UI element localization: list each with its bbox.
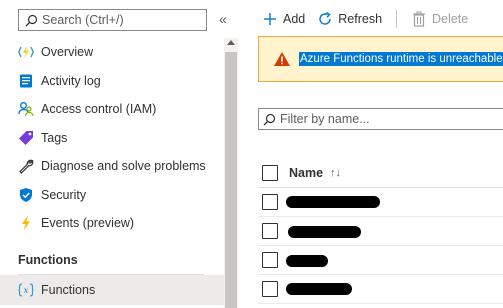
menu-item-label: Diagnose and solve problems [41, 159, 206, 174]
sort-icon[interactable]: ↑↓ [330, 167, 341, 179]
scrollbar-thumb[interactable] [225, 52, 237, 308]
command-bar: Add Refresh Delete [258, 8, 468, 30]
menu-item-diagnose[interactable]: Diagnose and solve problems [0, 152, 224, 181]
delete-button[interactable]: Delete [411, 11, 468, 27]
toolbar-divider [396, 10, 398, 28]
menu-list: Overview Activity log Access control (IA… [0, 38, 224, 238]
function-icon: x [18, 282, 34, 298]
collapse-menu-button[interactable]: « [219, 12, 231, 26]
warning-message: Azure Functions runtime is unreachable [299, 52, 503, 66]
table-row[interactable] [258, 188, 503, 217]
refresh-icon [317, 11, 333, 27]
menu-item-tags[interactable]: Tags [0, 124, 224, 153]
shield-icon [18, 187, 34, 203]
lightning-icon [18, 215, 34, 231]
people-icon [18, 101, 34, 117]
scroll-up-arrow-icon[interactable] [227, 40, 235, 45]
search-icon [23, 12, 39, 28]
trash-icon [411, 11, 427, 27]
menu-search-placeholder: Search (Ctrl+/) [42, 13, 124, 27]
menu-item-access-control[interactable]: Access control (IAM) [0, 95, 224, 124]
select-all-checkbox[interactable] [262, 164, 278, 181]
menu-item-functions[interactable]: x Functions [0, 275, 224, 305]
warning-icon [273, 50, 291, 68]
redacted-function-name [286, 283, 352, 295]
table-header-row: Name ↑↓ [258, 158, 503, 188]
row-checkbox[interactable] [262, 252, 278, 268]
search-icon [261, 111, 277, 127]
table-row[interactable] [258, 275, 503, 304]
activity-log-icon [18, 73, 34, 89]
plus-icon [262, 11, 278, 27]
refresh-label: Refresh [338, 12, 383, 26]
row-checkbox[interactable] [262, 281, 278, 297]
filter-placeholder: Filter by name... [280, 112, 370, 126]
resource-menu: Search (Ctrl+/) « Overview Activity log … [0, 0, 240, 308]
menu-item-label: Activity log [41, 73, 101, 88]
menu-item-overview[interactable]: Overview [0, 38, 224, 67]
row-checkbox[interactable] [262, 223, 278, 239]
menu-search-box[interactable]: Search (Ctrl+/) [18, 9, 207, 31]
menu-item-label: Security [41, 187, 87, 202]
svg-text:x: x [24, 286, 29, 295]
menu-scrollbar[interactable] [224, 38, 238, 308]
menu-item-label: Functions [41, 283, 96, 297]
section-heading-functions: Functions [18, 253, 78, 267]
menu-item-events[interactable]: Events (preview) [0, 209, 224, 238]
add-label: Add [283, 12, 306, 26]
warning-banner: Azure Functions runtime is unreachable [258, 36, 503, 82]
tag-icon [18, 130, 34, 146]
wrench-icon [18, 158, 34, 175]
column-header-name[interactable]: Name [289, 166, 323, 180]
menu-item-activity-log[interactable]: Activity log [0, 67, 224, 96]
menu-item-security[interactable]: Security [0, 181, 224, 210]
functions-table: Name ↑↓ [258, 158, 503, 304]
menu-item-label: Tags [41, 130, 68, 145]
redacted-function-name [286, 255, 328, 267]
refresh-button[interactable]: Refresh [317, 11, 382, 27]
filter-input[interactable]: Filter by name... [258, 108, 503, 130]
table-row[interactable] [258, 246, 503, 275]
menu-item-label: Overview [41, 45, 94, 60]
row-checkbox[interactable] [262, 194, 278, 210]
redacted-function-name [288, 226, 361, 238]
delete-label: Delete [432, 12, 469, 26]
menu-item-label: Events (preview) [41, 216, 135, 231]
menu-item-label: Access control (IAM) [41, 102, 157, 117]
function-bolt-icon [18, 44, 34, 60]
add-button[interactable]: Add [262, 11, 305, 27]
redacted-function-name [286, 196, 380, 208]
table-row[interactable] [258, 217, 503, 246]
